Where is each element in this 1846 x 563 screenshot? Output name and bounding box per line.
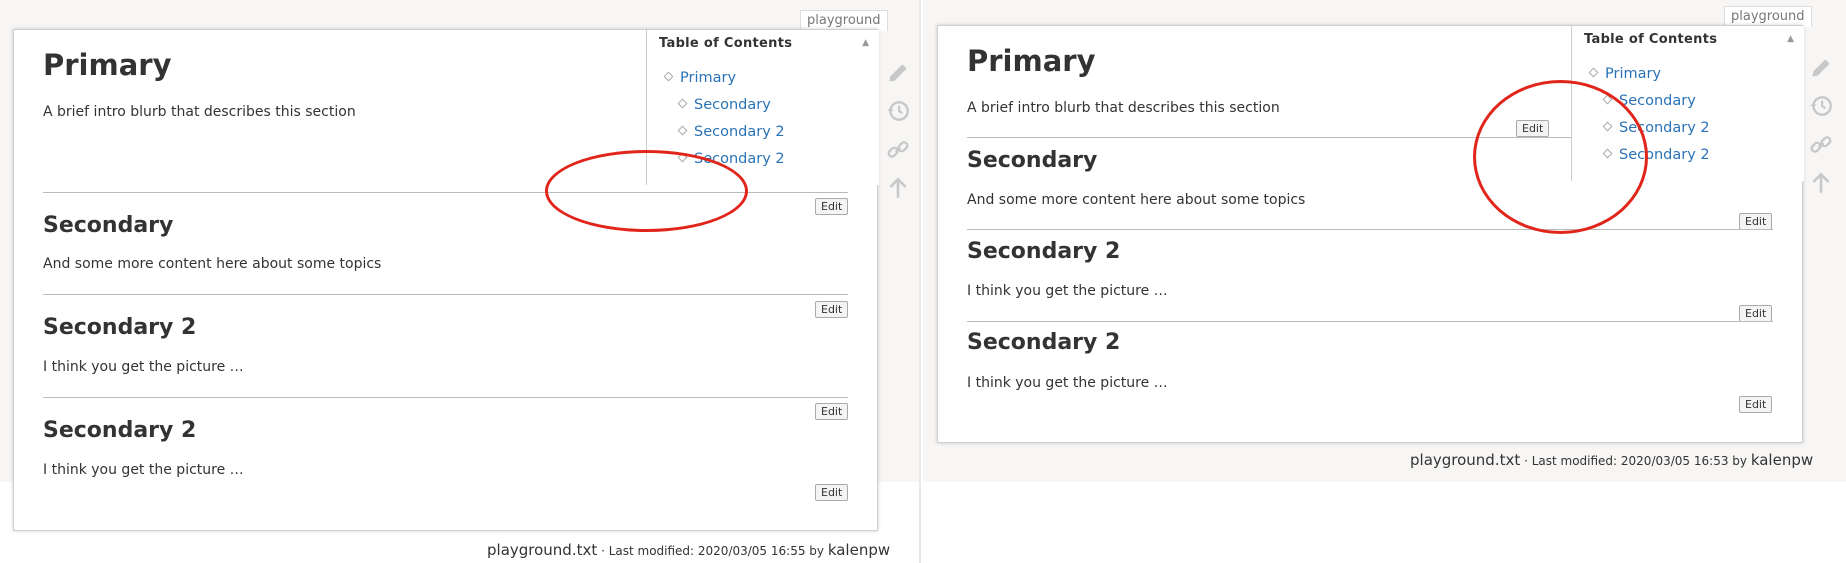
section-heading: Secondary 2 bbox=[43, 418, 197, 443]
bullet-icon bbox=[663, 71, 674, 81]
panel-divider bbox=[919, 0, 921, 563]
bullet-icon bbox=[677, 125, 688, 135]
edit-button[interactable]: Edit bbox=[815, 484, 849, 501]
history-icon[interactable] bbox=[885, 98, 911, 124]
toc-item-secondary[interactable]: Secondary bbox=[677, 97, 771, 113]
pencil-icon[interactable] bbox=[1808, 55, 1834, 81]
section-text: I think you get the picture … bbox=[43, 359, 244, 375]
footer-modified: · Last modified: 2020/03/05 16:53 by bbox=[1520, 454, 1751, 468]
section-rule bbox=[967, 137, 1571, 138]
toc-title: Table of Contents bbox=[659, 36, 793, 51]
toc-item-secondary-2b[interactable]: Secondary 2 bbox=[1602, 147, 1710, 163]
edit-button[interactable]: Edit bbox=[815, 403, 849, 420]
toc-title: Table of Contents bbox=[1584, 32, 1718, 47]
page-footer: playground.txt · Last modified: 2020/03/… bbox=[1410, 451, 1813, 469]
bullet-icon bbox=[1602, 121, 1613, 131]
link-icon[interactable] bbox=[1808, 132, 1834, 158]
footer-modified: · Last modified: 2020/03/05 16:55 by bbox=[597, 544, 828, 558]
edit-button[interactable]: Edit bbox=[1516, 120, 1550, 137]
toc-item-secondary-2b[interactable]: Secondary 2 bbox=[677, 151, 785, 167]
link-icon[interactable] bbox=[885, 137, 911, 163]
section-text: And some more content here about some to… bbox=[43, 256, 382, 272]
bullet-icon bbox=[677, 98, 688, 108]
section-text: And some more content here about some to… bbox=[967, 192, 1306, 208]
bullet-icon bbox=[677, 152, 688, 162]
toc-toggle-icon[interactable]: ▲ bbox=[1787, 34, 1794, 44]
section-heading: Secondary 2 bbox=[967, 239, 1121, 264]
bullet-icon bbox=[1602, 148, 1613, 158]
edit-button[interactable]: Edit bbox=[815, 198, 849, 215]
footer-filename: playground.txt bbox=[487, 541, 598, 559]
section-rule bbox=[967, 229, 1773, 230]
history-icon[interactable] bbox=[1808, 93, 1834, 119]
page-title: Primary bbox=[967, 44, 1096, 78]
section-rule bbox=[43, 192, 848, 193]
footer-user[interactable]: kalenpw bbox=[828, 541, 890, 559]
bullet-icon bbox=[1588, 67, 1599, 77]
section-rule bbox=[43, 294, 848, 295]
section-heading: Secondary 2 bbox=[967, 330, 1121, 355]
edit-button[interactable]: Edit bbox=[815, 301, 849, 318]
section-text: I think you get the picture … bbox=[967, 375, 1168, 391]
page-footer: playground.txt · Last modified: 2020/03/… bbox=[487, 541, 890, 559]
edit-button[interactable]: Edit bbox=[1739, 305, 1773, 322]
section-heading: Secondary bbox=[43, 213, 174, 238]
section-heading: Secondary bbox=[967, 148, 1098, 173]
section-rule bbox=[967, 321, 1773, 322]
section-heading: Secondary 2 bbox=[43, 315, 197, 340]
toc-box: Table of Contents ▲ Primary Secondary Se… bbox=[1571, 26, 1804, 181]
section-text: I think you get the picture … bbox=[967, 283, 1168, 299]
toc-item-secondary[interactable]: Secondary bbox=[1602, 93, 1696, 109]
edit-button[interactable]: Edit bbox=[1739, 396, 1773, 413]
page-content-right: Primary A brief intro blurb that describ… bbox=[937, 25, 1804, 443]
toc-item-secondary-2[interactable]: Secondary 2 bbox=[1602, 120, 1710, 136]
pencil-icon[interactable] bbox=[885, 60, 911, 86]
arrow-up-icon[interactable] bbox=[885, 175, 911, 201]
page-content-left: Primary A brief intro blurb that describ… bbox=[13, 29, 879, 531]
toc-toggle-icon[interactable]: ▲ bbox=[862, 38, 869, 48]
footer-filename: playground.txt bbox=[1410, 451, 1521, 469]
intro-text: A brief intro blurb that describes this … bbox=[967, 100, 1280, 116]
toc-box: Table of Contents ▲ Primary Secondary Se… bbox=[646, 30, 879, 185]
toc-item-primary[interactable]: Primary bbox=[1588, 66, 1661, 82]
arrow-up-icon[interactable] bbox=[1808, 170, 1834, 196]
page-title: Primary bbox=[43, 48, 172, 82]
edit-button[interactable]: Edit bbox=[1739, 213, 1773, 230]
section-rule bbox=[43, 397, 848, 398]
section-text: I think you get the picture … bbox=[43, 462, 244, 478]
bullet-icon bbox=[1602, 94, 1613, 104]
page-tab[interactable]: playground bbox=[800, 10, 888, 31]
footer-user[interactable]: kalenpw bbox=[1751, 451, 1813, 469]
intro-text: A brief intro blurb that describes this … bbox=[43, 104, 356, 120]
toc-item-secondary-2[interactable]: Secondary 2 bbox=[677, 124, 785, 140]
toc-item-primary[interactable]: Primary bbox=[663, 70, 736, 86]
page-tab[interactable]: playground bbox=[1724, 6, 1812, 27]
